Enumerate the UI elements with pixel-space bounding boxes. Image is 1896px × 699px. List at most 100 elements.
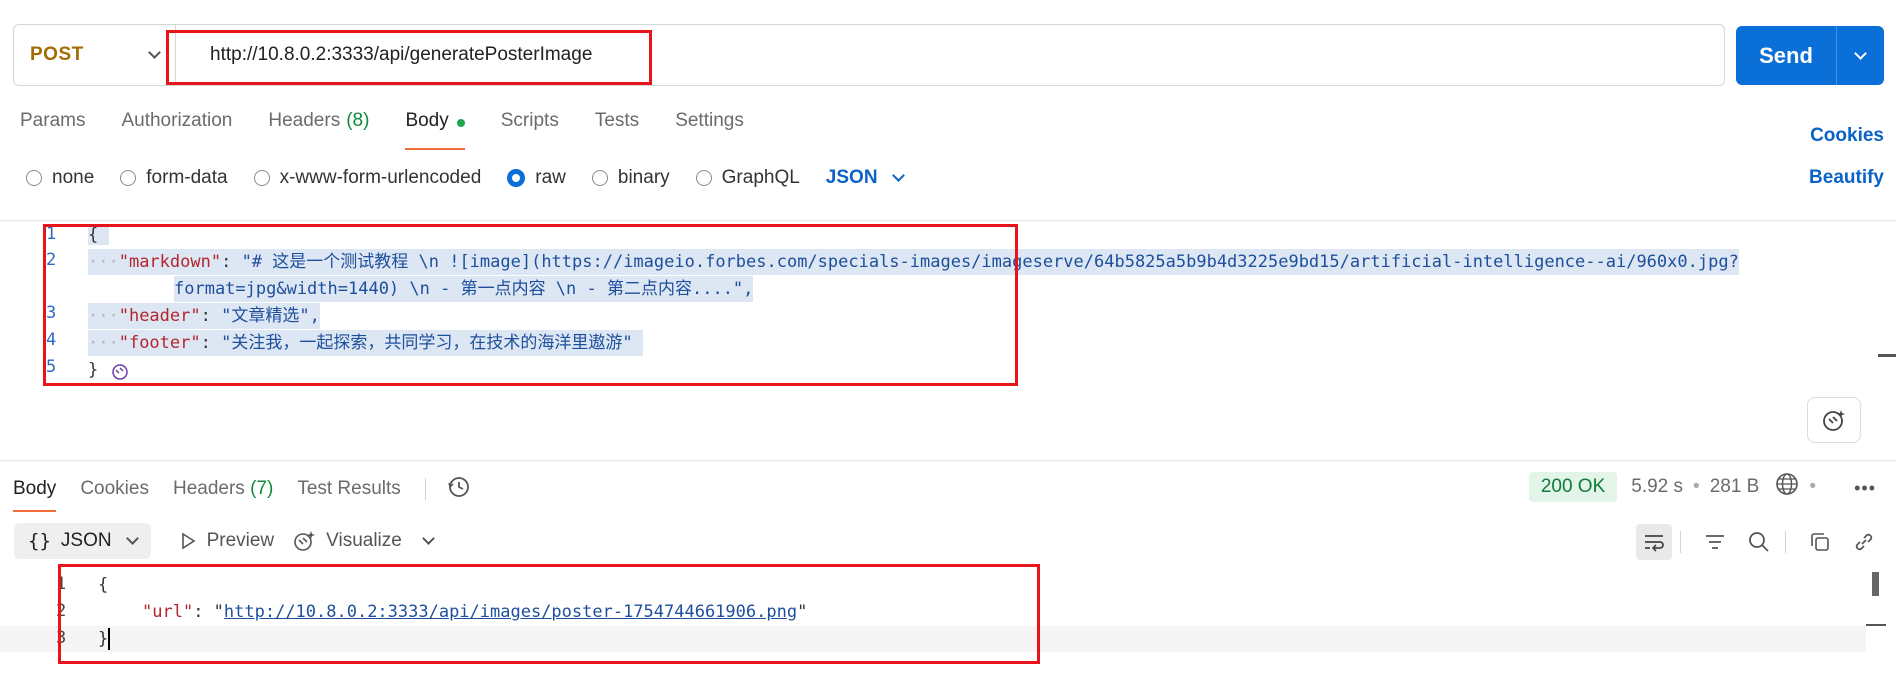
chevron-down-icon[interactable] [421, 532, 435, 545]
response-tab-headers[interactable]: Headers (7) [173, 478, 273, 500]
tab-scripts[interactable]: Scripts [501, 110, 559, 150]
search-button[interactable] [1741, 524, 1777, 560]
json-key: "url" [142, 602, 194, 622]
globe-icon[interactable] [1775, 472, 1799, 502]
body-modified-dot [456, 119, 465, 127]
radio-label: binary [617, 167, 670, 188]
status-badge[interactable]: 200 OK [1528, 472, 1618, 502]
radio-icon [26, 170, 42, 186]
ai-suggest-icon[interactable] [110, 362, 130, 387]
line-number: 1 [56, 574, 67, 594]
tab-label: Headers [172, 478, 245, 499]
line-number: 5 [46, 357, 57, 377]
ai-assist-button[interactable] [1807, 397, 1861, 443]
chevron-down-icon [1854, 46, 1867, 60]
body-type-selector: none form-data x-www-form-urlencoded raw… [26, 165, 905, 191]
send-button[interactable]: Send [1736, 26, 1884, 85]
chevron-down-icon [125, 532, 139, 545]
tab-settings[interactable]: Settings [675, 110, 744, 150]
radio-label: x-www-form-urlencoded [279, 167, 482, 188]
tab-authorization[interactable]: Authorization [121, 110, 232, 150]
line-number: 2 [56, 601, 67, 621]
line-number: 1 [46, 224, 57, 244]
divider [0, 220, 1896, 221]
chevron-down-icon [148, 46, 161, 59]
body-type-raw[interactable]: raw [507, 167, 566, 189]
tab-tests[interactable]: Tests [595, 110, 639, 150]
search-icon [1749, 532, 1769, 552]
history-icon[interactable] [446, 474, 472, 505]
response-toolbar: {} JSON Preview Visualize [14, 523, 435, 559]
send-options-button[interactable] [1837, 46, 1884, 60]
visualize-icon [294, 531, 316, 551]
body-type-none[interactable]: none [26, 167, 94, 189]
brace: { [98, 575, 109, 595]
text-cursor [108, 628, 111, 650]
body-type-graphql[interactable]: GraphQL [695, 167, 800, 189]
json-key: "header" [118, 306, 201, 326]
link-button[interactable] [1846, 524, 1882, 560]
wrap-lines-button[interactable] [1636, 524, 1672, 560]
request-tabs: Params Authorization Headers (8) Body Scr… [20, 110, 780, 150]
visualize-button[interactable]: Visualize [292, 529, 402, 553]
response-format-select[interactable]: {} JSON [14, 523, 151, 559]
radio-icon [591, 170, 608, 186]
response-time[interactable]: 5.92 s [1631, 476, 1683, 498]
line-number: 2 [46, 250, 57, 270]
active-line-highlight [0, 626, 1866, 652]
json-key: "markdown" [118, 252, 222, 272]
tab-label: Params [20, 110, 86, 131]
copy-icon [1811, 533, 1829, 551]
tab-label: Tests [594, 110, 640, 131]
radio-label: raw [535, 167, 566, 188]
preview-label: Preview [206, 530, 275, 551]
line-number: 3 [56, 628, 67, 648]
body-type-urlencoded[interactable]: x-www-form-urlencoded [253, 167, 482, 189]
response-tab-cookies[interactable]: Cookies [80, 478, 149, 500]
wrap-icon [1645, 535, 1664, 552]
play-icon [181, 532, 196, 550]
radio-label: form-data [146, 167, 228, 188]
body-format-select[interactable]: JSON [826, 167, 905, 189]
response-size[interactable]: 281 B [1710, 476, 1760, 498]
tab-body[interactable]: Body [405, 110, 466, 150]
brace: } [98, 629, 109, 649]
tab-label: Body [405, 110, 449, 131]
format-label: JSON [60, 530, 112, 551]
radio-icon [120, 170, 137, 186]
json-string: "关注我，一起探索，共同学习，在技术的海洋里遨游" [221, 333, 633, 353]
line-number: 3 [46, 303, 57, 323]
response-url-link[interactable]: http://10.8.0.2:3333/api/images/poster-1… [224, 602, 797, 622]
copy-button[interactable] [1802, 524, 1838, 560]
scrollbar-mark [1866, 624, 1886, 626]
headers-count: (7) [250, 478, 274, 499]
tab-params[interactable]: Params [20, 110, 85, 150]
filter-button[interactable] [1697, 524, 1733, 560]
url-input[interactable] [176, 25, 1724, 85]
ai-assist-icon [1823, 410, 1845, 431]
json-key: "footer" [118, 333, 201, 353]
preview-button[interactable]: Preview [179, 530, 275, 552]
visualize-label: Visualize [326, 530, 402, 551]
radio-label: none [52, 167, 95, 188]
tab-label: Settings [675, 110, 744, 131]
chevron-down-icon [891, 169, 905, 182]
line-number: 4 [46, 330, 57, 350]
method-select[interactable]: POST [14, 25, 176, 85]
body-type-form-data[interactable]: form-data [120, 167, 228, 189]
cookies-link[interactable]: Cookies [1810, 125, 1884, 147]
response-tab-test-results[interactable]: Test Results [297, 478, 400, 500]
tab-headers[interactable]: Headers (8) [268, 110, 369, 150]
link-icon [1855, 533, 1873, 551]
more-options-icon[interactable]: ••• [1854, 478, 1876, 499]
divider [1785, 531, 1786, 553]
beautify-button[interactable]: Beautify [1809, 167, 1884, 189]
separator-dot: • [1693, 476, 1700, 497]
radio-icon [695, 170, 712, 186]
scrollbar-thumb[interactable] [1872, 572, 1879, 596]
radio-selected-icon [507, 169, 526, 187]
url-bar: POST [13, 24, 1725, 86]
radio-label: GraphQL [721, 167, 800, 188]
body-type-binary[interactable]: binary [591, 167, 670, 189]
response-tab-body[interactable]: Body [13, 478, 57, 512]
